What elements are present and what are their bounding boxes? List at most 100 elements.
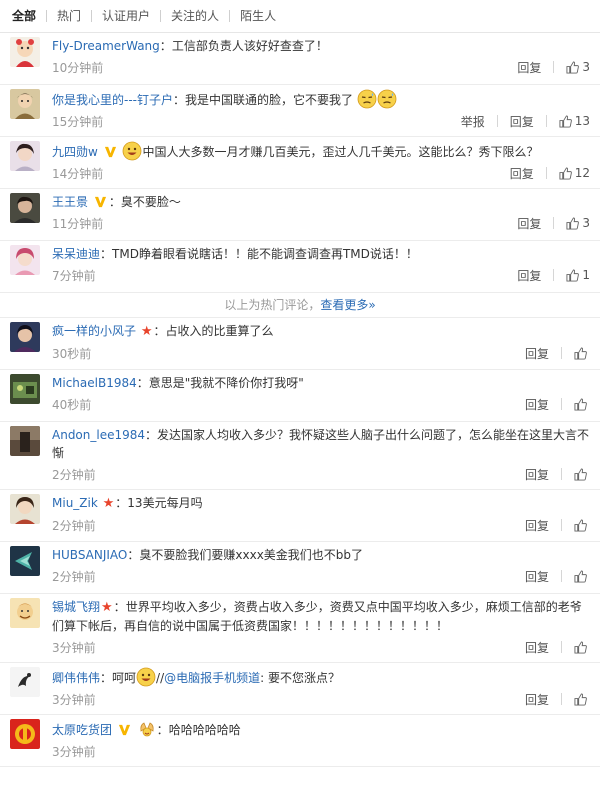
reply-button[interactable]: 回复	[525, 517, 549, 534]
comment-text: //	[156, 671, 165, 685]
reply-button[interactable]: 回复	[525, 466, 549, 483]
avatar[interactable]	[10, 374, 40, 404]
like-button[interactable]	[574, 467, 590, 481]
username-link[interactable]: 九四勋w	[52, 145, 98, 159]
avatar[interactable]	[10, 89, 40, 119]
colon: ：	[100, 247, 113, 261]
reply-button[interactable]: 回复	[517, 267, 541, 284]
hot-comment: 王王景 ：臭不要脸～ 11分钟前 回复 3	[0, 189, 600, 241]
avatar[interactable]	[10, 37, 40, 67]
username-link[interactable]: 呆呆迪迪	[52, 247, 100, 261]
like-button[interactable]	[574, 569, 590, 583]
reply-button[interactable]: 回复	[510, 113, 534, 130]
hot-comment: 呆呆迪迪：TMD睁着眼看说瞎话！！能不能调查调查再TMD说话！！ 7分钟前 回复…	[0, 241, 600, 293]
comment-time: 2分钟前	[52, 467, 96, 482]
tab-hot[interactable]: 热门	[47, 9, 91, 23]
comment-text: 哈哈哈哈哈哈	[168, 723, 241, 737]
comment: 锡城飞翔★：世界平均收入多少，资费占收入多少，资费又点中国平均收入多少，麻烦工信…	[0, 594, 600, 663]
username-link[interactable]: 你是我心里的---钉子户	[52, 93, 173, 107]
comment-text: 呵呵	[112, 671, 137, 685]
comment: 太原吃货团 ：哈哈哈哈哈哈 3分钟前	[0, 715, 600, 767]
like-button[interactable]: 3	[566, 60, 590, 74]
like-button[interactable]: 13	[559, 114, 590, 128]
reply-button[interactable]: 回复	[525, 691, 549, 708]
action-divider	[561, 468, 562, 480]
like-button[interactable]	[574, 346, 590, 360]
username-link[interactable]: Andon_lee1984	[52, 428, 145, 442]
username-link[interactable]: 疯一样的小风子	[52, 324, 136, 338]
avatar[interactable]	[10, 141, 40, 171]
like-button[interactable]: 3	[566, 216, 590, 230]
comment-time: 3分钟前	[52, 692, 96, 707]
thumbs-up-icon	[574, 346, 587, 360]
like-count: 1	[582, 268, 590, 282]
avatar[interactable]	[10, 494, 40, 524]
star-badge-icon: ★	[101, 600, 113, 615]
username-link[interactable]: HUBSANJIAO	[52, 548, 127, 562]
view-more-link[interactable]: 查看更多»	[320, 298, 375, 312]
reply-button[interactable]: 回复	[525, 396, 549, 413]
colon: ：	[156, 723, 169, 737]
reply-button[interactable]: 回复	[525, 639, 549, 656]
hot-comments-footer: 以上为热门评论，查看更多»	[0, 293, 600, 318]
reply-button[interactable]: 回复	[517, 215, 541, 232]
comment: 卿伟伟伟：呵呵 //@电脑报手机频道: 要不您涨点？ 3分钟前 回复	[0, 663, 600, 715]
reply-button[interactable]: 回复	[525, 345, 549, 362]
like-count: 13	[574, 114, 590, 128]
reply-button[interactable]: 回复	[510, 165, 534, 182]
username-link[interactable]: 卿伟伟伟	[52, 671, 100, 685]
like-button[interactable]	[574, 692, 590, 706]
thumbs-up-icon	[574, 640, 587, 654]
hot-comment: Fly-DreamerWang：工信部负责人该好好查查了！ 10分钟前 回复 3	[0, 33, 600, 85]
username-link[interactable]: MichaelB1984	[52, 376, 137, 390]
colon: ：	[145, 428, 158, 442]
avatar[interactable]	[10, 719, 40, 749]
comment-text: 占收入的比重算了么	[165, 324, 274, 338]
username-link[interactable]: Miu_Zik	[52, 496, 98, 510]
comment-content: MichaelB1984：意思是"我就不降价你打我呀"	[52, 374, 590, 392]
like-button[interactable]: 1	[566, 268, 590, 282]
avatar[interactable]	[10, 245, 40, 275]
comment-time: 10分钟前	[52, 60, 104, 75]
verified-v-icon	[94, 196, 106, 208]
comment-filter-tabs: 全部 热门 认证用户 关注的人 陌生人	[0, 0, 600, 33]
comment-text: 中国人大多数一月才赚几百美元，歪过人几千美元。这能比么？秀下限么？	[142, 145, 539, 159]
avatar[interactable]	[10, 426, 40, 456]
avatar[interactable]	[10, 667, 40, 697]
thumbs-up-icon	[574, 467, 587, 481]
thumbs-up-icon	[566, 216, 580, 230]
comment-time: 11分钟前	[52, 216, 104, 231]
comment-meta: 14分钟前 回复 12	[52, 164, 590, 182]
avatar[interactable]	[10, 598, 40, 628]
comment-text: 13美元每月吗	[127, 496, 203, 510]
username-link[interactable]: Fly-DreamerWang	[52, 39, 160, 53]
comment-time: 14分钟前	[52, 166, 104, 181]
like-button[interactable]: 12	[559, 166, 590, 180]
tab-all[interactable]: 全部	[10, 9, 46, 23]
comment-text: 工信部负责人该好好查查了！	[171, 39, 328, 53]
reply-button[interactable]: 回复	[525, 568, 549, 585]
colon: ：	[108, 195, 121, 209]
username-link[interactable]: 太原吃货团	[52, 723, 112, 737]
username-link[interactable]: 锡城飞翔	[52, 600, 100, 614]
comment-text: TMD睁着眼看说瞎话！！能不能调查调查再TMD说话！！	[112, 247, 418, 261]
comment-text: 臭不要脸～	[120, 195, 181, 209]
username-link[interactable]: 王王景	[52, 195, 88, 209]
comment: Miu_Zik ★：13美元每月吗 2分钟前 回复	[0, 490, 600, 542]
like-button[interactable]	[574, 640, 590, 654]
comment: Andon_lee1984：发达国家人均收入多少？我怀疑这些人脑子出什么问题了，…	[0, 422, 600, 490]
avatar[interactable]	[10, 546, 40, 576]
avatar[interactable]	[10, 193, 40, 223]
comment-content: Andon_lee1984：发达国家人均收入多少？我怀疑这些人脑子出什么问题了，…	[52, 426, 590, 462]
avatar[interactable]	[10, 322, 40, 352]
report-button[interactable]: 举报	[461, 113, 485, 130]
like-button[interactable]	[574, 518, 590, 532]
thumbs-up-icon	[559, 114, 572, 128]
tab-strangers[interactable]: 陌生人	[230, 9, 286, 23]
tab-verified-users[interactable]: 认证用户	[92, 9, 160, 23]
tab-following[interactable]: 关注的人	[161, 9, 229, 23]
like-button[interactable]	[574, 397, 590, 411]
action-divider	[561, 570, 562, 582]
mention-link[interactable]: @电脑报手机频道	[164, 671, 260, 685]
reply-button[interactable]: 回复	[517, 59, 541, 76]
